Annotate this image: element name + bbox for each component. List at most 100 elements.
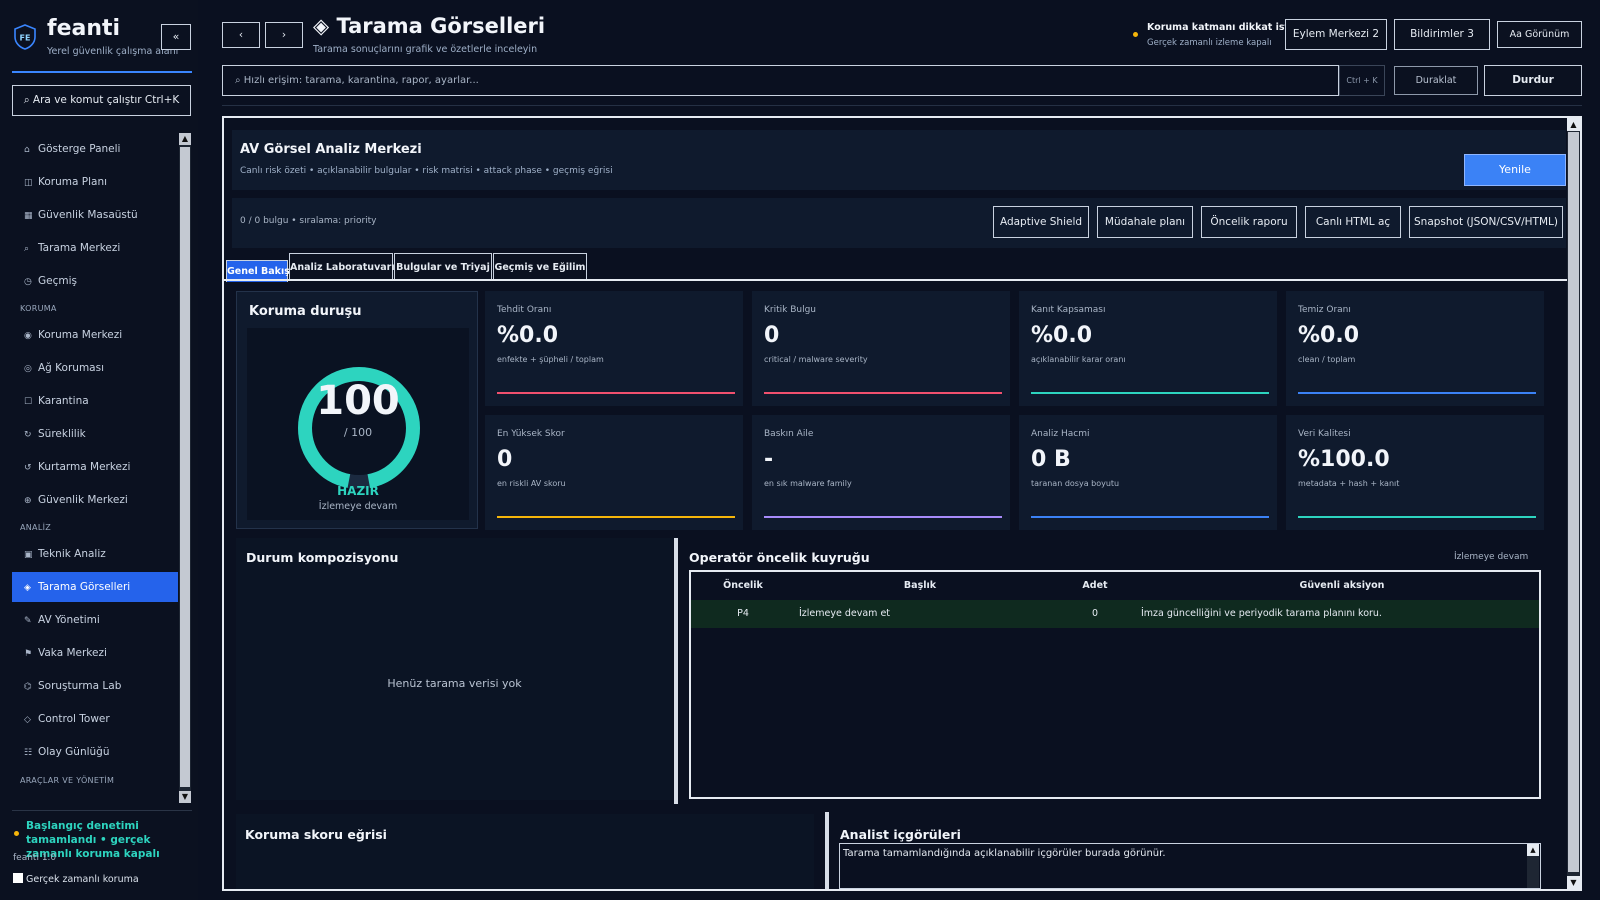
scroll-down-arrow-icon[interactable]: ▼: [1567, 876, 1580, 889]
checkbox-icon[interactable]: [13, 873, 23, 883]
tab-gecmis-ve-egilim[interactable]: Geçmiş ve Eğilim: [493, 253, 587, 281]
pause-button[interactable]: Duraklat: [1394, 66, 1478, 95]
sidebar-item-sorusturma-lab[interactable]: ⌬ Soruşturma Lab: [12, 671, 178, 701]
main-scrollbar[interactable]: ▲ ▼: [1567, 118, 1580, 889]
status-dot-icon: [14, 831, 19, 836]
scroll-up-arrow-icon[interactable]: ▲: [1567, 118, 1580, 131]
score-gauge: 100 / 100 HAZIR İzlemeye devam: [247, 328, 469, 520]
page-subtitle: Tarama sonuçlarını grafik ve özetlerle i…: [313, 44, 538, 55]
metric-accent-bar: [1031, 516, 1269, 518]
sidebar-item-label: Gösterge Paneli: [38, 143, 121, 155]
column-header-priority[interactable]: Öncelik: [691, 572, 795, 600]
action-center-button[interactable]: Eylem Merkezi 2: [1285, 19, 1387, 50]
column-header-count[interactable]: Adet: [1045, 572, 1145, 600]
metric-label: Kanıt Kapsaması: [1031, 305, 1106, 315]
crosshair-icon: ⊕: [24, 496, 32, 506]
adaptive-shield-button[interactable]: Adaptive Shield: [993, 206, 1089, 238]
metric-value: 0: [497, 447, 513, 472]
target-icon: ◉: [24, 331, 32, 341]
refresh-icon: ↻: [24, 430, 32, 440]
metric-card: Temiz Oranı %0.0 clean / toplam: [1286, 291, 1544, 406]
sidebar-item-tarama-merkezi[interactable]: ⌕ Tarama Merkezi: [12, 233, 178, 263]
sidebar-item-gosterge-paneli[interactable]: ⌂ Gösterge Paneli: [12, 134, 178, 164]
sidebar-item-tarama-gorselleri[interactable]: ◈ Tarama Görselleri: [12, 572, 178, 602]
sidebar-item-koruma-merkezi[interactable]: ◉ Koruma Merkezi: [12, 320, 178, 350]
realtime-protection-checkbox[interactable]: Gerçek zamanlı koruma: [13, 873, 139, 885]
svg-text:FE: FE: [20, 34, 31, 43]
home-icon: ⌂: [24, 145, 30, 155]
scroll-down-arrow-icon[interactable]: ▼: [179, 791, 191, 803]
cell-priority: P4: [737, 608, 749, 619]
list-icon: ☷: [24, 748, 33, 758]
tab-bulgular-ve-triyaj[interactable]: Bulgular ve Triyaj: [394, 253, 492, 281]
quick-search-input[interactable]: ⌕ Hızlı erişim: tarama, karantina, rapor…: [222, 65, 1339, 96]
main-scroll-thumb[interactable]: [1568, 132, 1579, 872]
back-button[interactable]: ‹: [222, 22, 260, 48]
score-curve-panel: [236, 814, 814, 889]
metric-value: %0.0: [1298, 323, 1360, 348]
sidebar-item-label: Control Tower: [38, 713, 110, 725]
sidebar-item-kurtarma-merkezi[interactable]: ↺ Kurtarma Merkezi: [12, 452, 178, 482]
sidebar-footer-divider: [12, 810, 192, 811]
panel-splitter[interactable]: [674, 538, 678, 804]
sidebar-item-label: Teknik Analiz: [38, 548, 106, 560]
sidebar-item-karantina[interactable]: ☐ Karantina: [12, 386, 178, 416]
sidebar-item-av-yonetimi[interactable]: ✎ AV Yönetimi: [12, 605, 178, 635]
metric-value: -: [764, 447, 774, 472]
sidebar: FE feanti Yerel güvenlik çalışma alanı «…: [0, 0, 198, 900]
sidebar-item-label: Tarama Merkezi: [38, 242, 121, 254]
sidebar-item-koruma-plani[interactable]: ◫ Koruma Planı: [12, 167, 178, 197]
table-row[interactable]: P4 İzlemeye devam et 0 İmza güncelliğini…: [691, 600, 1539, 628]
sidebar-item-teknik-analiz[interactable]: ▣ Teknik Analiz: [12, 539, 178, 569]
metric-label: Tehdit Oranı: [497, 305, 552, 315]
bottom-panel-splitter[interactable]: [825, 812, 829, 889]
column-header-action[interactable]: Güvenli aksiyon: [1145, 572, 1539, 600]
response-plan-button[interactable]: Müdahale planı: [1097, 206, 1193, 238]
hero-title: AV Görsel Analiz Merkezi: [240, 142, 422, 157]
sidebar-item-ag-korumasi[interactable]: ◎ Ağ Koruması: [12, 353, 178, 383]
score-state-subtitle: İzlemeye devam: [318, 501, 398, 512]
insights-scrollbar[interactable]: ▲: [1527, 844, 1539, 888]
cell-action: İmza güncelliğini ve periyodik tarama pl…: [1141, 608, 1382, 619]
sidebar-item-gecmis[interactable]: ◷ Geçmiş: [12, 266, 178, 296]
stop-button[interactable]: Durdur: [1484, 65, 1582, 96]
collapse-sidebar-button[interactable]: «: [161, 24, 191, 50]
tab-analiz-laboratuvari[interactable]: Analiz Laboratuvarı: [289, 253, 395, 281]
cell-count: 0: [1091, 608, 1099, 619]
sidebar-item-label: Geçmiş: [38, 275, 77, 287]
refresh-button[interactable]: Yenile: [1464, 154, 1566, 186]
scroll-up-arrow-icon[interactable]: ▲: [179, 133, 191, 145]
sidebar-item-guvenlik-masaustu[interactable]: ▦ Güvenlik Masaüstü: [12, 200, 178, 230]
sidebar-item-olay-gunlugu[interactable]: ☷ Olay Günlüğü: [12, 737, 178, 767]
shield-logo-icon: FE: [14, 24, 36, 50]
scroll-up-arrow-icon[interactable]: ▲: [1527, 844, 1539, 856]
sidebar-scrollbar[interactable]: ▲ ▼: [179, 133, 191, 803]
command-search-button[interactable]: ⌕ Ara ve komut çalıştır Ctrl+K: [12, 85, 191, 116]
metric-card: Tehdit Oranı %0.0 enfekte + şüpheli / to…: [485, 291, 743, 406]
page-title: ◈ Tarama Görselleri: [313, 14, 546, 38]
section-araclar: ARAÇLAR VE YÖNETİM: [20, 776, 115, 785]
sidebar-item-control-tower[interactable]: ◇ Control Tower: [12, 704, 178, 734]
priority-report-button[interactable]: Öncelik raporu: [1201, 206, 1297, 238]
view-button[interactable]: Aa Görünüm: [1497, 21, 1582, 48]
sidebar-item-label: Kurtarma Merkezi: [38, 461, 131, 473]
metric-card: En Yüksek Skor 0 en riskli AV skoru: [485, 415, 743, 530]
open-live-html-button[interactable]: Canlı HTML aç: [1305, 206, 1401, 238]
insights-textarea[interactable]: Tarama tamamlandığında açıklanabilir içg…: [839, 843, 1541, 889]
sidebar-item-guvenlik-merkezi[interactable]: ⊕ Güvenlik Merkezi: [12, 485, 178, 515]
sidebar-item-vaka-merkezi[interactable]: ⚑ Vaka Merkezi: [12, 638, 178, 668]
snapshot-export-button[interactable]: Snapshot (JSON/CSV/HTML): [1409, 206, 1563, 238]
metric-value: 0 B: [1031, 447, 1071, 472]
sidebar-item-sureklilik[interactable]: ↻ Süreklilik: [12, 419, 178, 449]
sidebar-item-label: Soruşturma Lab: [38, 680, 122, 692]
notifications-button[interactable]: Bildirimler 3: [1394, 19, 1490, 50]
findings-count: 0 / 0 bulgu • sıralama: priority: [240, 216, 377, 226]
column-header-title[interactable]: Başlık: [795, 572, 1045, 600]
findings-toolbar: 0 / 0 bulgu • sıralama: priority Adaptiv…: [232, 198, 1566, 248]
sidebar-item-label: Koruma Planı: [38, 176, 108, 188]
forward-button[interactable]: ›: [265, 22, 303, 48]
search-shortcut-badge: Ctrl + K: [1339, 65, 1385, 96]
insights-title: Analist içgörüleri: [840, 827, 961, 842]
metric-value: %100.0: [1298, 447, 1390, 472]
sidebar-scroll-thumb[interactable]: [180, 147, 190, 787]
